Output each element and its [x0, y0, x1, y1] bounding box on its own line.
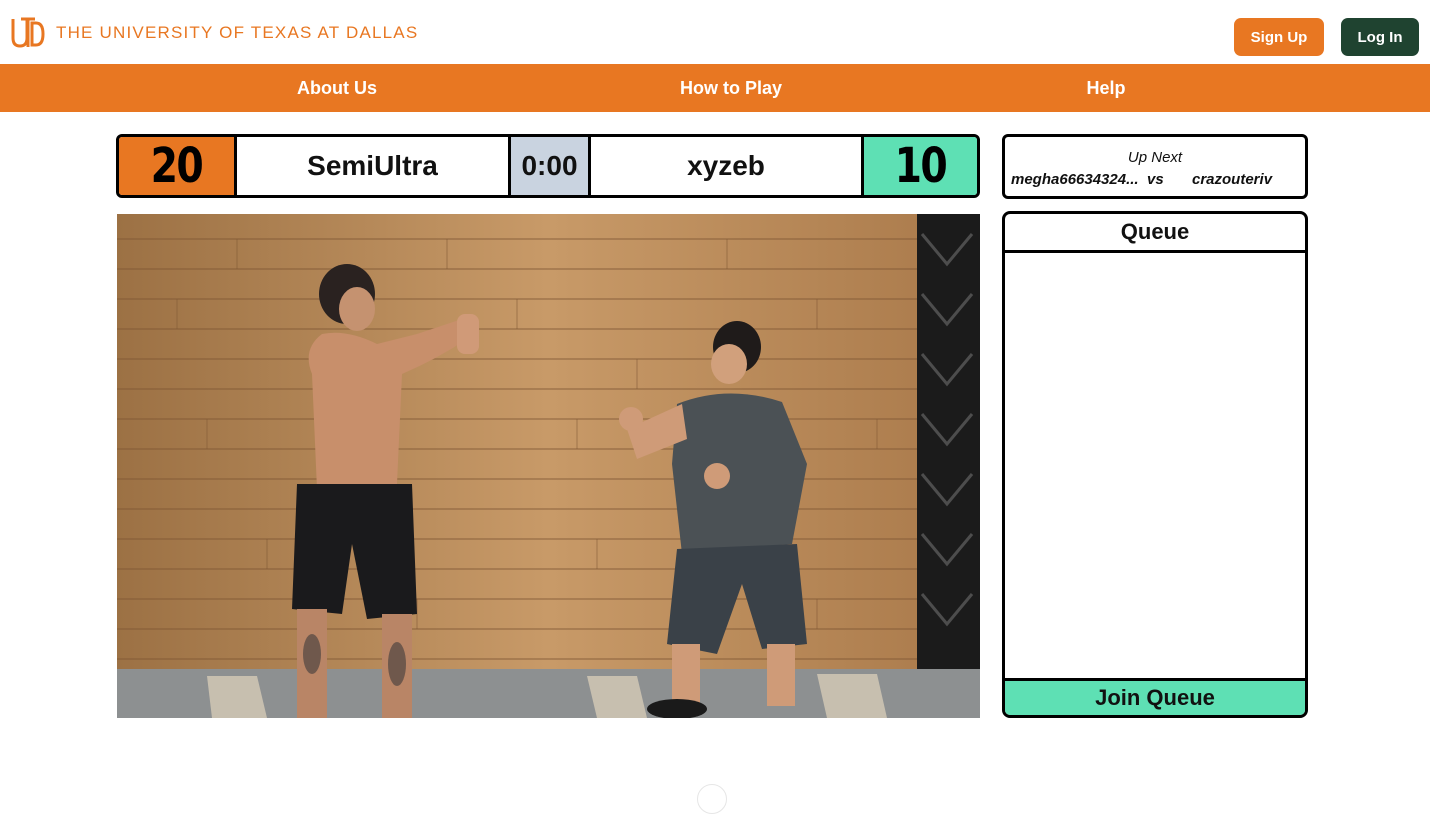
join-queue-button[interactable]: Join Queue — [1005, 678, 1305, 715]
up-next-player1: megha66634324... — [1011, 171, 1139, 188]
queue-title: Queue — [1005, 214, 1305, 253]
university-logo[interactable]: THE UNIVERSITY OF TEXAS AT DALLAS — [10, 16, 418, 50]
player2-score-cell: 10 — [864, 137, 977, 195]
site-header: THE UNIVERSITY OF TEXAS AT DALLAS Sign U… — [0, 0, 1430, 64]
player1-name: SemiUltra — [307, 150, 438, 181]
main-nav: About Us How to Play Help — [0, 64, 1430, 112]
player1-score: 20 — [150, 138, 204, 194]
up-next-vs: vs — [1147, 171, 1164, 188]
match-timer-cell: 0:00 — [511, 137, 591, 195]
player2-score: 10 — [894, 138, 948, 194]
queue-list[interactable] — [1005, 253, 1305, 678]
video-frame-illustration — [117, 214, 980, 718]
match-timer: 0:00 — [521, 150, 578, 181]
up-next-title: Up Next — [1127, 149, 1183, 166]
log-in-button[interactable]: Log In — [1341, 18, 1419, 56]
up-next-player2: crazouteriv — [1192, 171, 1273, 188]
player2-name-cell: xyzeb — [591, 137, 864, 195]
player1-name-cell: SemiUltra — [237, 137, 511, 195]
player1-score-cell: 20 — [119, 137, 237, 195]
scroll-indicator[interactable] — [697, 784, 727, 814]
nav-help[interactable]: Help — [1086, 64, 1125, 112]
sign-up-button[interactable]: Sign Up — [1234, 18, 1324, 56]
queue-panel: Queue Join Queue — [1002, 211, 1308, 718]
utd-logo-icon — [10, 16, 46, 50]
up-next-panel: Up Next megha66634324... vs crazouteriv — [1002, 134, 1308, 199]
scoreboard: 20 SemiUltra 0:00 xyzeb 10 — [116, 134, 980, 198]
university-name: THE UNIVERSITY OF TEXAS AT DALLAS — [56, 23, 419, 42]
nav-about-us[interactable]: About Us — [297, 64, 377, 112]
nav-how-to-play[interactable]: How to Play — [680, 64, 782, 112]
player2-name: xyzeb — [687, 150, 765, 181]
live-match-video[interactable] — [117, 214, 980, 718]
